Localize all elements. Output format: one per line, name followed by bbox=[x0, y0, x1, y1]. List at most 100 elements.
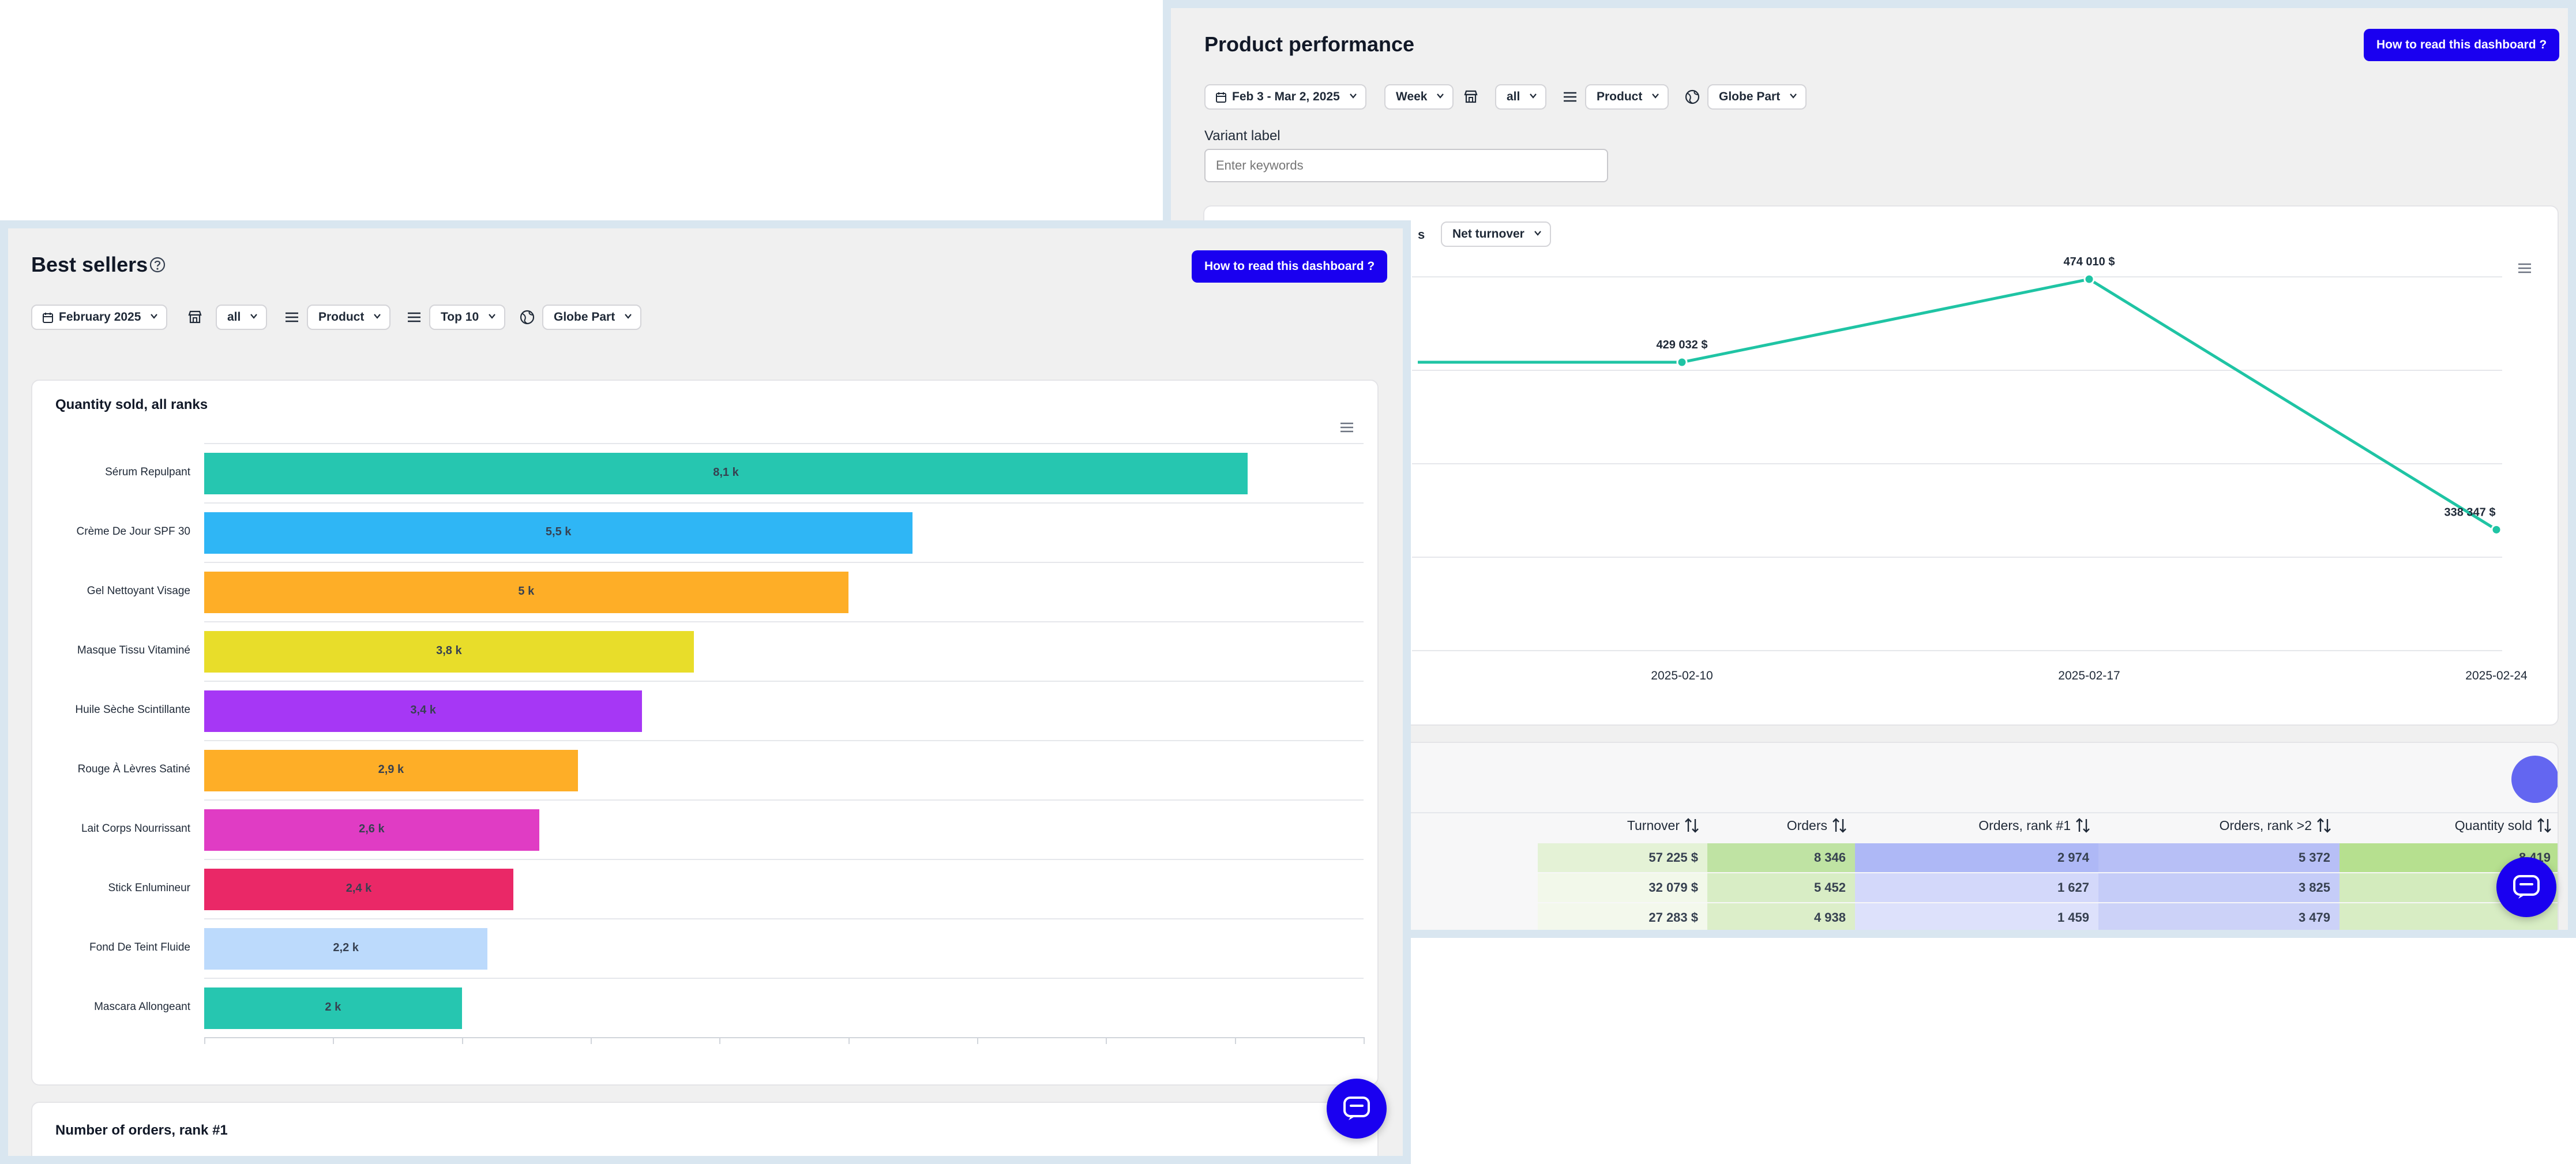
sort-icon[interactable] bbox=[1831, 817, 1848, 834]
table-cell: 5 452 bbox=[1707, 873, 1855, 902]
page-title: Best sellers bbox=[31, 253, 148, 276]
table-cell: 8 346 bbox=[1707, 843, 1855, 872]
chart-gridline bbox=[204, 978, 1364, 979]
data-point[interactable] bbox=[1676, 356, 1688, 368]
table-cell: 2 974 bbox=[1855, 843, 2098, 872]
chat-button[interactable] bbox=[1327, 1079, 1387, 1139]
store-select[interactable]: all bbox=[1495, 84, 1547, 110]
orders-rank1-card: Number of orders, rank #1 bbox=[31, 1102, 1379, 1156]
table-cell: 1 627 bbox=[1855, 873, 2098, 902]
card-title: Number of orders, rank #1 bbox=[55, 1122, 228, 1138]
x-axis-tick bbox=[1106, 1037, 1107, 1044]
dimension-select[interactable]: Product bbox=[307, 305, 391, 330]
chevron-down-icon bbox=[151, 314, 158, 319]
chevron-down-icon bbox=[1437, 93, 1444, 99]
table-row-partial bbox=[1538, 933, 2559, 938]
category-label: Crème De Jour SPF 30 bbox=[76, 525, 190, 538]
column-header[interactable]: Orders, rank >2 bbox=[2098, 818, 2312, 833]
table-cell: 5 372 bbox=[2098, 843, 2340, 872]
chevron-down-icon bbox=[1349, 93, 1357, 99]
globe-icon bbox=[1685, 89, 1700, 104]
chevron-down-icon bbox=[1652, 93, 1659, 99]
chat-icon bbox=[2513, 875, 2540, 899]
column-header[interactable]: Quantity sold bbox=[2340, 818, 2532, 833]
x-axis-tick bbox=[848, 1037, 850, 1044]
chevron-down-icon bbox=[1530, 93, 1537, 99]
sort-icon[interactable] bbox=[2074, 817, 2091, 834]
best-sellers-window: Best sellers How to read this dashboard … bbox=[0, 220, 1411, 1164]
how-to-read-button[interactable]: How to read this dashboard ? bbox=[1192, 250, 1388, 283]
page-title: Product performance bbox=[1204, 32, 1415, 56]
data-label: 474 010 $ bbox=[2064, 256, 2115, 268]
bar-value-label: 2,2 k bbox=[333, 941, 359, 954]
x-axis-tick bbox=[719, 1037, 721, 1044]
bar-value-label: 2,9 k bbox=[378, 763, 404, 776]
table-cell: 27 283 $ bbox=[1538, 903, 1707, 930]
month-select[interactable]: February 2025 bbox=[31, 305, 168, 330]
top-n-select[interactable]: Top 10 bbox=[429, 305, 506, 330]
how-to-read-button[interactable]: How to read this dashboard ? bbox=[2364, 29, 2560, 61]
category-label: Mascara Allongeant bbox=[94, 1000, 190, 1013]
help-icon[interactable] bbox=[149, 256, 166, 273]
dimension-select[interactable]: Product bbox=[1585, 84, 1669, 110]
globe-icon bbox=[520, 310, 535, 325]
x-axis-tick bbox=[333, 1037, 335, 1044]
sort-icon[interactable] bbox=[2536, 817, 2553, 834]
store-label: all bbox=[1507, 90, 1520, 103]
data-label: 338 347 $ bbox=[2444, 506, 2496, 519]
x-axis-tick bbox=[1364, 1037, 1365, 1044]
calendar-icon bbox=[1216, 92, 1226, 103]
chart-gridline bbox=[204, 859, 1364, 860]
x-axis-tick bbox=[977, 1037, 978, 1044]
table-avatar-button[interactable] bbox=[2511, 756, 2558, 803]
calendar-icon bbox=[43, 313, 53, 323]
sort-icon[interactable] bbox=[1683, 817, 1700, 834]
list-icon bbox=[408, 312, 420, 322]
dimension-label: Product bbox=[1597, 90, 1643, 103]
x-axis-tick bbox=[1234, 1037, 1236, 1044]
table-cell: 1 459 bbox=[1855, 903, 2098, 930]
chevron-down-icon bbox=[1790, 93, 1797, 99]
chart-gridline bbox=[204, 740, 1364, 741]
bar-value-label: 2,4 k bbox=[346, 881, 372, 895]
chat-icon bbox=[1343, 1097, 1370, 1120]
store-icon bbox=[188, 310, 202, 324]
x-axis-tick bbox=[204, 1037, 205, 1044]
data-point[interactable] bbox=[2083, 273, 2095, 285]
chart-gridline bbox=[204, 443, 1364, 444]
list-icon bbox=[1564, 92, 1576, 102]
store-select[interactable]: all bbox=[216, 305, 268, 330]
x-tick-label: 2025-02-10 bbox=[1651, 669, 1713, 682]
region-select[interactable]: Globe Part bbox=[542, 305, 642, 330]
bar-chart: Sérum Repulpant 8,1 k Crème De Jour SPF 30… bbox=[32, 381, 1377, 1084]
category-label: Masque Tissu Vitaminé bbox=[77, 644, 190, 656]
variant-search-input[interactable] bbox=[1204, 149, 1608, 182]
column-header[interactable]: Turnover bbox=[1538, 818, 1680, 833]
series-line bbox=[1681, 277, 2498, 531]
chart-gridline bbox=[204, 681, 1364, 682]
bar-value-label: 5 k bbox=[518, 584, 535, 598]
bar-value-label: 3,8 k bbox=[436, 644, 462, 657]
column-header[interactable]: Orders bbox=[1707, 818, 1827, 833]
month-label: February 2025 bbox=[59, 310, 141, 324]
region-label: Globe Part bbox=[1719, 90, 1781, 103]
chat-button[interactable] bbox=[2496, 857, 2556, 917]
granularity-select[interactable]: Week bbox=[1384, 84, 1454, 110]
bar-value-label: 5,5 k bbox=[545, 525, 572, 538]
chart-gridline bbox=[204, 562, 1364, 563]
column-header[interactable]: Orders, rank #1 bbox=[1855, 818, 2071, 833]
chevron-down-icon bbox=[625, 314, 632, 319]
date-range-label: Feb 3 - Mar 2, 2025 bbox=[1232, 90, 1340, 103]
sort-icon[interactable] bbox=[2315, 817, 2333, 834]
date-range-select[interactable]: Feb 3 - Mar 2, 2025 bbox=[1204, 84, 1366, 110]
region-select[interactable]: Globe Part bbox=[1707, 84, 1807, 110]
bar-value-label: 2 k bbox=[325, 1000, 341, 1013]
table-cell: 3 479 bbox=[2098, 903, 2340, 930]
chevron-down-icon bbox=[250, 314, 258, 319]
table-cell: 57 225 $ bbox=[1538, 843, 1707, 872]
data-point[interactable] bbox=[2491, 524, 2502, 535]
region-label: Globe Part bbox=[554, 310, 615, 324]
chart-gridline bbox=[204, 502, 1364, 504]
chart-gridline bbox=[204, 799, 1364, 801]
dimension-label: Product bbox=[318, 310, 365, 324]
